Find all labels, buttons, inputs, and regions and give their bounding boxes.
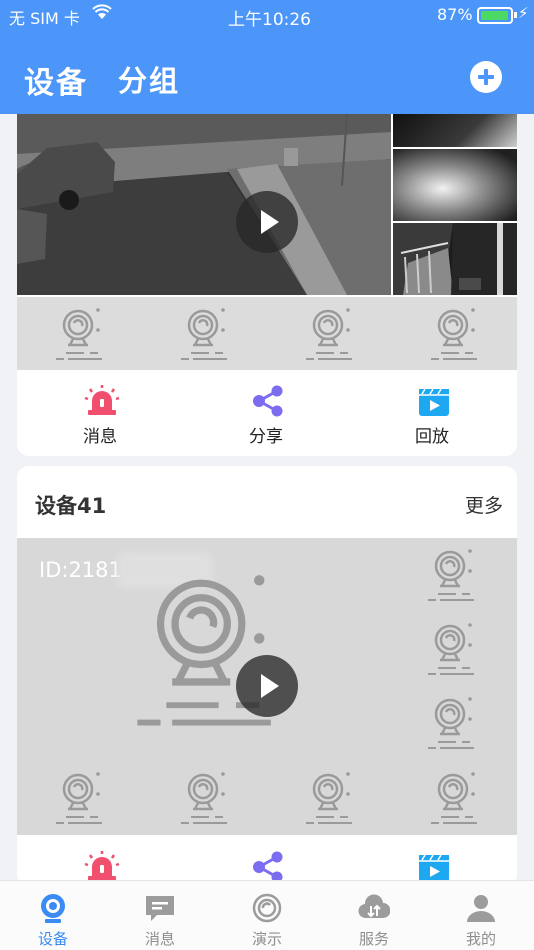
camera-thumbnail[interactable] (142, 297, 267, 373)
camera-placeholder-icon[interactable] (175, 767, 235, 829)
share-action-button[interactable] (183, 836, 349, 886)
more-button[interactable]: 更多 (465, 491, 503, 518)
camera-thumbnail[interactable] (392, 297, 517, 373)
camera-placeholder-icon[interactable] (422, 618, 482, 680)
camera-placeholder-icon (179, 306, 229, 361)
live-video-preview[interactable] (17, 114, 391, 295)
camera-placeholder-icon (304, 306, 354, 361)
alarm-light-icon (84, 384, 120, 417)
message-action-button[interactable]: 消息 (17, 370, 183, 456)
camera-thumbnail[interactable] (267, 297, 392, 373)
device-card: 消息 分享 回放 (17, 114, 517, 456)
tab-label: 服务 (358, 930, 389, 948)
message-bubble-icon (146, 896, 174, 921)
live-video-preview[interactable]: ID:2181 (17, 538, 517, 835)
header-tab-devices[interactable]: 设备 (24, 58, 88, 102)
camera-thumbnail-row (17, 297, 517, 373)
tab-label: 我的 (465, 930, 496, 948)
camera-placeholder-icon (429, 306, 479, 361)
action-label: 回放 (415, 427, 449, 447)
playback-clapper-icon (418, 854, 450, 883)
device-title[interactable]: 设备41 (35, 490, 106, 520)
battery-icon (477, 7, 513, 24)
tab-messages[interactable]: 消息 (107, 881, 213, 950)
add-device-button[interactable] (470, 61, 502, 93)
camera-placeholder-icon[interactable] (422, 544, 482, 606)
message-action-button[interactable] (17, 836, 183, 886)
charging-bolt-icon: ⚡ (518, 4, 529, 22)
alarm-light-icon (84, 850, 120, 883)
share-icon (251, 850, 284, 884)
playback-action-button[interactable]: 回放 (349, 370, 515, 456)
device-camera-icon (41, 894, 65, 923)
action-label: 消息 (83, 427, 117, 447)
share-action-button[interactable]: 分享 (183, 370, 349, 456)
side-camera-thumbnail[interactable] (393, 223, 517, 295)
device-actions: 消息 分享 回放 (17, 370, 517, 456)
side-camera-thumbnail[interactable] (393, 114, 517, 147)
camera-placeholder-icon[interactable] (300, 767, 360, 829)
tab-label: 演示 (251, 930, 282, 948)
app-header: 无 SIM 卡 上午10:26 87% ⚡ 设备 分组 (0, 0, 534, 114)
battery-tip (514, 12, 517, 18)
camera-placeholder-icon[interactable] (50, 767, 110, 829)
play-button[interactable] (236, 191, 298, 253)
tab-label: 设备 (37, 930, 68, 948)
camera-placeholder-icon[interactable] (425, 767, 485, 829)
device-card: 设备41 更多 ID:2181 (17, 466, 517, 886)
action-label: 分享 (249, 427, 283, 447)
device-actions (17, 836, 517, 886)
profile-icon (467, 895, 495, 922)
night-street-scene (17, 114, 391, 295)
bottom-tab-bar: 设备 消息 演示 服务 我的 (0, 880, 534, 950)
tab-devices[interactable]: 设备 (0, 881, 106, 950)
camera-thumbnail[interactable] (17, 297, 142, 373)
tab-services[interactable]: 服务 (321, 881, 427, 950)
side-camera-thumbnail[interactable] (393, 149, 517, 221)
share-icon (251, 384, 284, 418)
playback-action-button[interactable] (349, 836, 515, 886)
camera-placeholder-icon[interactable] (422, 692, 482, 754)
clock-time: 上午10:26 (228, 10, 311, 30)
camera-placeholder-icon (54, 306, 104, 361)
carrier-label: 无 SIM 卡 (9, 9, 80, 28)
tab-demo[interactable]: 演示 (214, 881, 320, 950)
demo-circle-icon (252, 893, 282, 923)
status-bar: 无 SIM 卡 上午10:26 87% ⚡ (0, 0, 534, 30)
wifi-icon (92, 4, 112, 24)
playback-clapper-icon (418, 388, 450, 417)
tab-label: 消息 (144, 930, 175, 948)
battery-percent: 87% (437, 5, 473, 24)
header-tab-groups[interactable]: 分组 (118, 58, 180, 100)
cloud-service-icon (358, 894, 390, 919)
tab-profile[interactable]: 我的 (428, 881, 534, 950)
play-button[interactable] (236, 655, 298, 717)
